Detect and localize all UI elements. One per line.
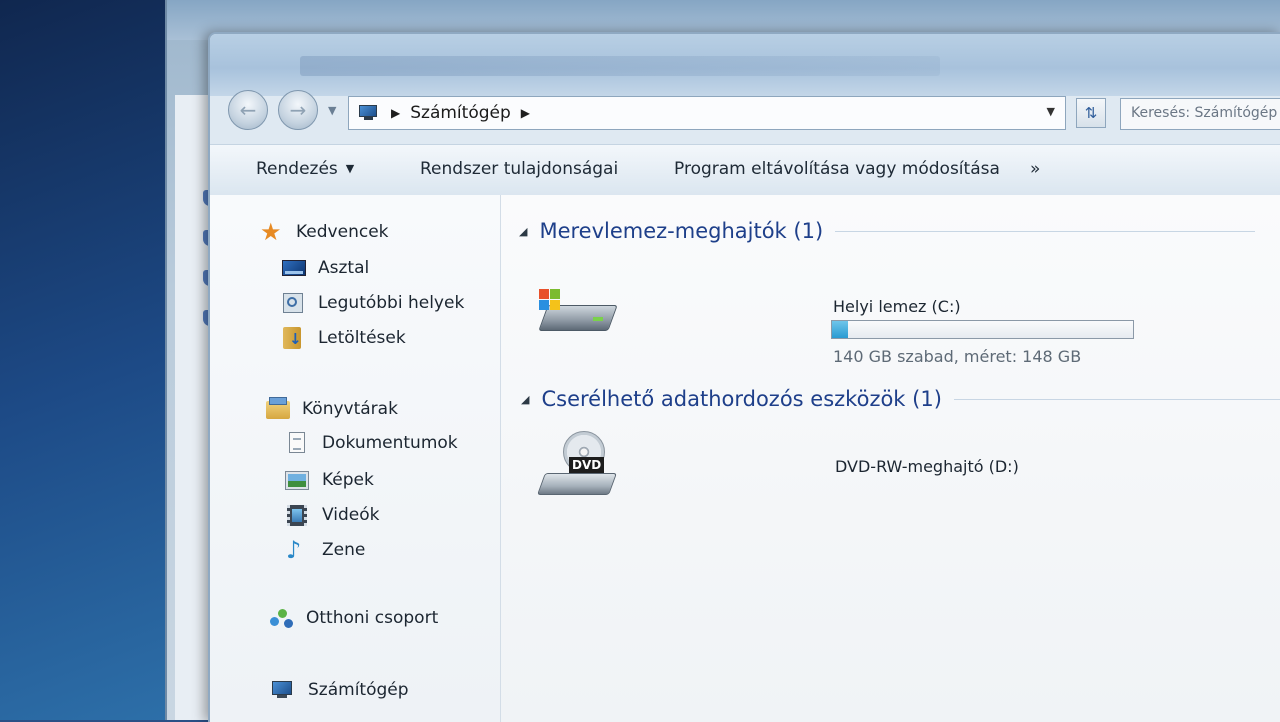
music-note-icon: ♪: [286, 536, 302, 564]
nav-homegroup[interactable]: Otthoni csoport: [270, 607, 438, 629]
dvd-badge: DVD: [569, 457, 605, 473]
nav-libraries-label: Könyvtárak: [302, 399, 398, 419]
group-header-removable[interactable]: ◢ Cserélhető adathordozós eszközök (1): [521, 387, 1280, 411]
nav-documents-label: Dokumentumok: [322, 433, 458, 453]
group-divider: [835, 230, 1256, 232]
nav-videos-label: Videók: [322, 505, 380, 525]
chevron-down-icon: ▼: [345, 162, 355, 175]
computer-icon: [359, 105, 381, 121]
search-input[interactable]: Keresés: Számítógép: [1120, 98, 1280, 130]
homegroup-icon: [270, 607, 294, 629]
star-icon: ★: [260, 218, 282, 246]
drive-c-capacity-fill: [832, 321, 849, 338]
refresh-button[interactable]: ⇅: [1076, 98, 1106, 128]
drive-d-name[interactable]: DVD-RW-meghajtó (D:): [835, 457, 1019, 476]
collapse-triangle-icon[interactable]: ◢: [521, 393, 529, 406]
breadcrumb-chevron-icon[interactable]: ▶: [391, 106, 400, 120]
forward-arrow-icon: →: [289, 98, 307, 122]
group-divider: [953, 398, 1280, 400]
group-header-hard-drives[interactable]: ◢ Merevlemez-meghajtók (1): [519, 219, 1256, 243]
organize-button[interactable]: Rendezés ▼: [256, 159, 354, 179]
nav-desktop[interactable]: Asztal: [282, 257, 369, 279]
drive-c-name[interactable]: Helyi lemez (C:): [833, 297, 961, 316]
back-arrow-icon: ←: [239, 98, 257, 122]
address-dropdown-icon[interactable]: ▼: [1047, 105, 1055, 118]
nav-recent-places[interactable]: Legutóbbi helyek: [282, 292, 464, 314]
collapse-triangle-icon[interactable]: ◢: [519, 225, 527, 238]
system-properties-button[interactable]: Rendszer tulajdonságai: [420, 159, 618, 179]
nav-computer[interactable]: Számítógép: [272, 679, 409, 701]
dvd-drive-icon[interactable]: DVD: [536, 431, 619, 507]
nav-computer-label: Számítógép: [308, 680, 409, 700]
title-bar[interactable]: [210, 34, 1280, 96]
nav-music-label: Zene: [322, 540, 366, 560]
nav-favorites-label: Kedvencek: [296, 222, 389, 242]
breadcrumb-chevron-icon[interactable]: ▶: [521, 106, 530, 120]
nav-homegroup-label: Otthoni csoport: [306, 608, 439, 628]
group-header-label: Merevlemez-meghajtók (1): [539, 219, 824, 243]
nav-downloads-label: Letöltések: [318, 328, 406, 348]
nav-music[interactable]: ♪ Zene: [286, 536, 366, 564]
nav-desktop-label: Asztal: [318, 258, 370, 278]
group-header-label: Cserélhető adathordozós eszközök (1): [541, 387, 942, 411]
nav-libraries[interactable]: Könyvtárak: [266, 397, 398, 420]
windows-logo-icon: [539, 289, 561, 311]
nav-favorites[interactable]: ★ Kedvencek: [260, 218, 389, 246]
computer-icon: [272, 679, 296, 701]
content-area[interactable]: ◢ Merevlemez-meghajtók (1) Helyi lemez (…: [501, 195, 1280, 722]
address-bar[interactable]: ▶ Számítógép ▶ ▼: [348, 96, 1066, 130]
organize-label: Rendezés: [256, 159, 338, 179]
nav-documents[interactable]: Dokumentumok: [286, 432, 458, 454]
nav-pictures[interactable]: Képek: [285, 469, 374, 491]
blurred-background-breadcrumb: [300, 56, 940, 76]
document-icon: [286, 432, 310, 454]
uninstall-program-button[interactable]: Program eltávolítása vagy módosítása: [674, 159, 1000, 179]
drive-c-space-info: 140 GB szabad, méret: 148 GB: [833, 347, 1082, 366]
desktop-icon: [282, 257, 306, 279]
nav-recent-label: Legutóbbi helyek: [318, 293, 465, 313]
downloads-folder-icon: [282, 327, 306, 349]
explorer-window[interactable]: ← → ▼ ▶ Számítógép ▶ ▼ ⇅ Keresés: Számít…: [208, 32, 1280, 722]
forward-button[interactable]: →: [278, 90, 318, 130]
drive-c-capacity-bar: [831, 320, 1134, 339]
navigation-pane: ★ Kedvencek Asztal Legutóbbi helyek Letö…: [210, 195, 501, 722]
recent-places-icon: [282, 292, 306, 314]
nav-downloads[interactable]: Letöltések: [282, 327, 406, 349]
more-commands-button[interactable]: »: [1030, 159, 1040, 179]
picture-icon: [285, 469, 310, 491]
libraries-icon: [266, 397, 290, 420]
nav-videos[interactable]: Videók: [286, 504, 379, 526]
command-bar: Rendezés ▼ Rendszer tulajdonságai Program…: [210, 144, 1280, 196]
film-icon: [286, 504, 310, 526]
recent-pages-dropdown[interactable]: ▼: [328, 104, 340, 117]
refresh-icon: ⇅: [1084, 104, 1098, 122]
breadcrumb-computer[interactable]: Számítógép: [410, 103, 511, 123]
hard-drive-icon[interactable]: [537, 287, 618, 337]
nav-pictures-label: Képek: [322, 470, 374, 490]
back-button[interactable]: ←: [228, 90, 268, 130]
